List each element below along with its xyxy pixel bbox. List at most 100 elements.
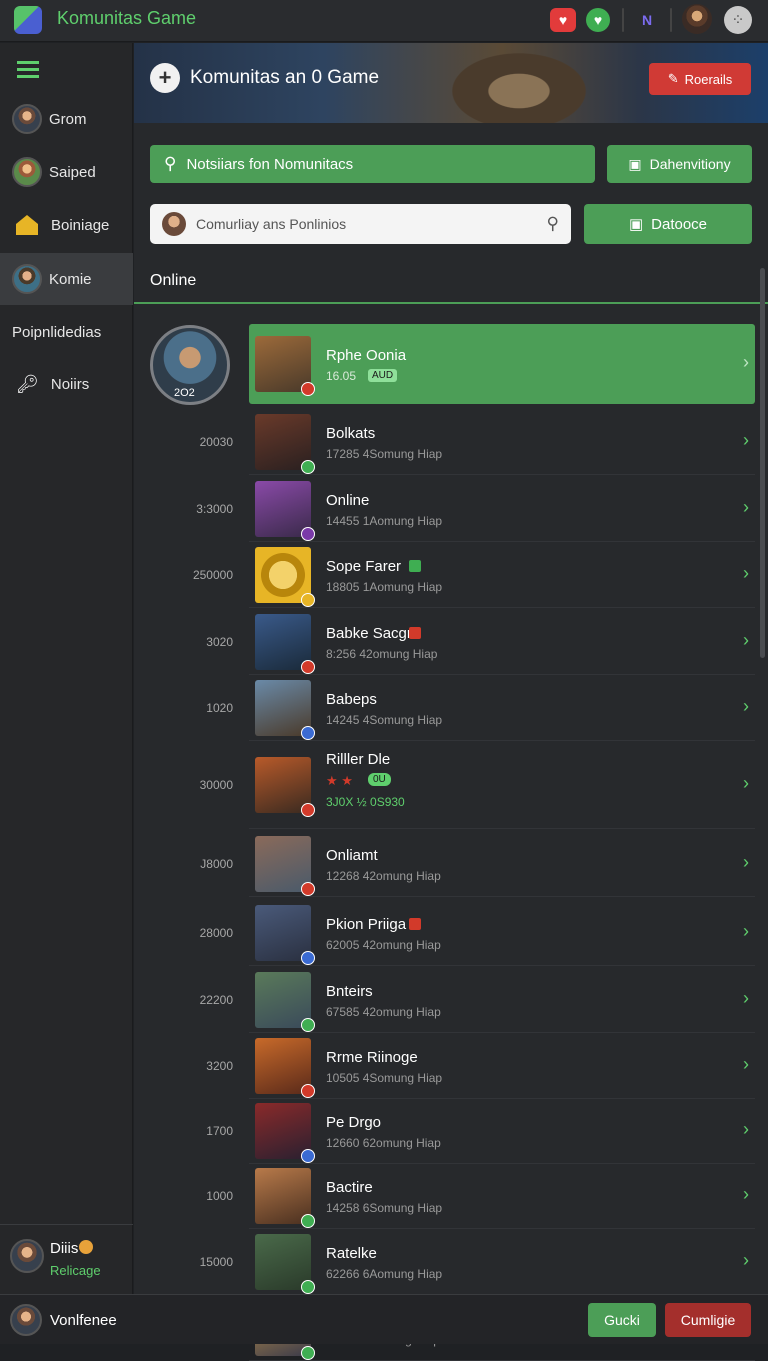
avatar [12, 157, 42, 187]
game-name: Rphe Oonia [326, 347, 407, 364]
scrollbar[interactable] [760, 268, 765, 658]
cancel-button[interactable]: Cumligie [665, 1303, 751, 1337]
chevron-right-icon[interactable]: › [743, 1119, 749, 1140]
search-icon: ⚲ [164, 154, 177, 173]
chevron-right-icon[interactable]: › [743, 630, 749, 651]
menu-icon[interactable] [17, 61, 39, 79]
community-search-placeholder: Comurliay ans Ponlinios [196, 216, 347, 232]
list-item[interactable]: Bolkats 17285 4Somung Hiap › [249, 409, 755, 475]
list-item[interactable]: Bactire 14258 6Somung Hiap › [249, 1163, 755, 1229]
list-item[interactable]: Rrme Riinoge 10505 4Somung Hiap › [249, 1033, 755, 1099]
sidebar-item-noiirs[interactable]: 🔑︎ Noiirs [0, 359, 133, 409]
rank-number: 250000 [192, 568, 233, 582]
sidebar-item-boiniage[interactable]: Boiniage [0, 200, 133, 250]
sidebar-item-komie[interactable]: Komie [0, 253, 133, 305]
search-input[interactable]: ⚲ Notsiiars fon Nomunitacs [150, 145, 595, 183]
game-name: Pkion Priiga [326, 916, 407, 933]
game-name: Rilller Dle [326, 751, 391, 768]
chevron-right-icon[interactable]: › [743, 352, 749, 373]
dahenvitiony-button[interactable]: ▣ Dahenvitiony [607, 145, 752, 183]
bolt-icon[interactable]: N [634, 8, 660, 32]
rank-number: 20030 [199, 435, 233, 449]
chevron-right-icon[interactable]: › [743, 497, 749, 518]
datooce-button[interactable]: ▣ Datooce [584, 204, 752, 244]
game-name: Pe Drgo [326, 1114, 382, 1131]
sidebar-user[interactable]: Diiis Relicage [0, 1224, 133, 1294]
list-item[interactable]: Onliamt 12268 42omung Hiap › [249, 831, 755, 897]
platform-badge-icon [301, 1280, 315, 1294]
chevron-right-icon[interactable]: › [743, 563, 749, 584]
list-item[interactable]: Pkion Priiga 62005 42omung Hiap › [249, 900, 755, 966]
home-icon [16, 215, 38, 235]
banner: + Komunitas an 0 Game ✎ Roerails [134, 43, 768, 123]
featured-avatar-label: 2O2 [174, 387, 195, 399]
sidebar-item-grom[interactable]: Grom [0, 94, 133, 144]
game-subtitle: 14258 6Somung Hiap [326, 1201, 443, 1215]
ok-button[interactable]: Gucki [588, 1303, 656, 1337]
game-subtitle: 62266 6Aomung Hiap [326, 1267, 443, 1281]
section-title: Online [150, 272, 197, 289]
chevron-right-icon[interactable]: › [743, 773, 749, 794]
platform-badge-icon [301, 460, 315, 474]
game-subtitle: 12268 42omung Hiap [326, 869, 441, 883]
platform-badge-icon [301, 1084, 315, 1098]
list-item[interactable]: Rilller Dle ★ ★ 0U 3J0X ½ 0S930 › [249, 741, 755, 829]
list-item[interactable]: Bnteirs 67585 42omung Hiap › [249, 967, 755, 1033]
chevron-right-icon[interactable]: › [743, 696, 749, 717]
list-item[interactable]: Sope Farer 18805 1Aomung Hiap › [249, 542, 755, 608]
sidebar-item-label: Grom [49, 110, 87, 128]
user-avatar[interactable] [682, 4, 712, 34]
chevron-right-icon[interactable]: › [743, 988, 749, 1009]
avatar [12, 264, 42, 294]
game-name: Sope Farer [326, 558, 402, 575]
list-item[interactable]: Rphe Oonia 16.05 AUD › [249, 324, 755, 404]
platform-badge-icon [301, 382, 315, 396]
add-icon[interactable]: + [150, 63, 180, 93]
box-icon: ▣ [628, 216, 644, 233]
chevron-right-icon[interactable]: › [743, 1054, 749, 1075]
sidebar-item-label: Boiniage [51, 216, 110, 234]
chevron-right-icon[interactable]: › [743, 852, 749, 873]
game-name: Rrme Riinoge [326, 1049, 418, 1066]
sidebar-item-label: Saiped [49, 163, 96, 181]
edit-button-label: Roerails [684, 71, 733, 87]
game-subtitle: 12660 62omung Hiap [326, 1136, 441, 1150]
search-placeholder: Notsiiars fon Nomunitacs [186, 155, 354, 173]
sidebar-item-label: Komie [49, 270, 92, 288]
chevron-right-icon[interactable]: › [743, 1250, 749, 1271]
shield-icon[interactable]: ♥ [586, 8, 610, 32]
status-badge-icon [409, 627, 421, 639]
sidebar-item-label: Noiirs [50, 375, 90, 393]
game-subtitle: 16.05 [326, 369, 357, 383]
chevron-right-icon[interactable]: › [743, 430, 749, 451]
game-name: Babeps [326, 691, 377, 708]
chevron-right-icon[interactable]: › [743, 1184, 749, 1205]
chevron-right-icon[interactable]: › [743, 921, 749, 942]
app-title: Komunitas Game [57, 8, 197, 28]
platform-badge-icon [301, 1149, 315, 1163]
bottom-user-name: Vonlfenee [50, 1312, 117, 1329]
game-name: Babke Sacgr [326, 625, 412, 642]
sidebar-item-label: Poipnlidedias [12, 323, 102, 341]
game-name: Onliamt [326, 847, 378, 864]
game-subtitle: 14245 4Somung Hiap [326, 713, 443, 727]
list-item[interactable]: Babke Sacgr 8:256 42omung Hiap › [249, 609, 755, 675]
list-item[interactable]: Online 14455 1Aomung Hiap › [249, 476, 755, 542]
platform-badge-icon [301, 660, 315, 674]
sidebar-item-poipnlidedias[interactable]: Poipnlidedias [0, 307, 133, 357]
avatar [12, 104, 42, 134]
list-item[interactable]: Ratelke 62266 6Aomung Hiap › [249, 1229, 755, 1295]
rating-stars: ★ ★ [326, 773, 353, 788]
app-logo-icon[interactable] [14, 6, 42, 34]
list-item[interactable]: Babeps 14245 4Somung Hiap › [249, 675, 755, 741]
datooce-label: Datooce [651, 215, 708, 233]
list-item[interactable]: Pe Drgo 12660 62omung Hiap › [249, 1098, 755, 1164]
search-icon: ⚲ [546, 214, 559, 233]
edit-button[interactable]: ✎ Roerails [649, 63, 751, 95]
sidebar-item-saiped[interactable]: Saiped [0, 147, 133, 197]
platform-badge-icon [301, 951, 315, 965]
community-search-input[interactable]: Comurliay ans Ponlinios ⚲ [150, 204, 571, 244]
soldier-art [434, 43, 604, 123]
heart-icon[interactable]: ♥ [550, 8, 576, 32]
dots-icon[interactable]: ⁘ [724, 6, 752, 34]
